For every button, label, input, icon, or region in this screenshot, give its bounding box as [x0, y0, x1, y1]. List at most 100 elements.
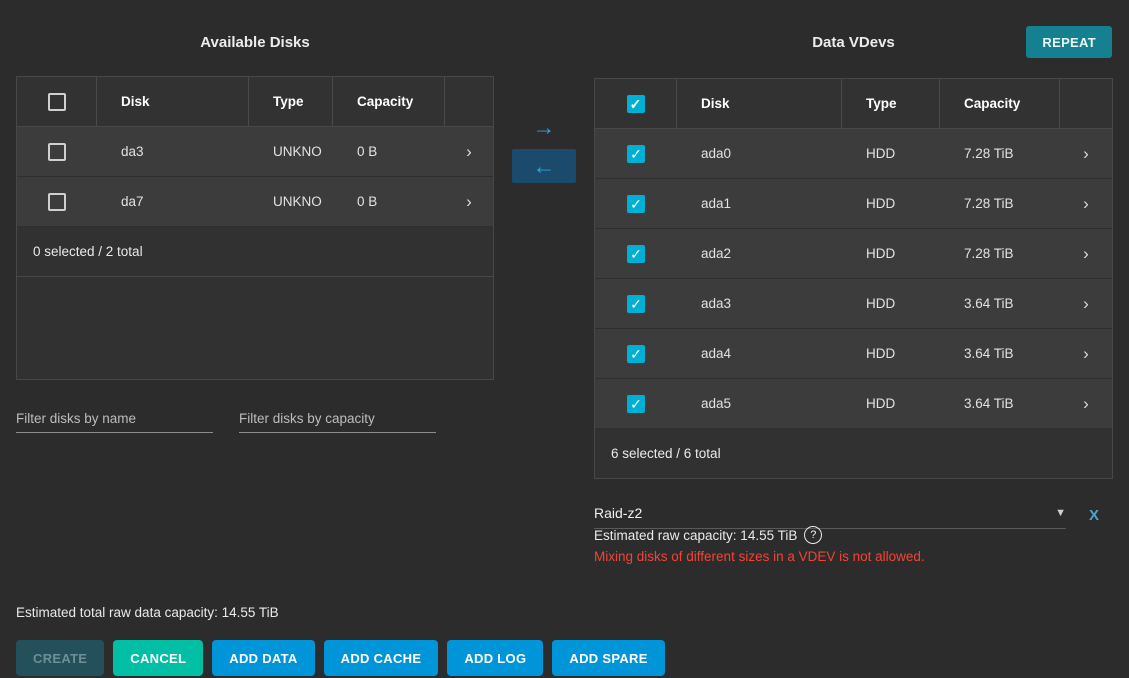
- raid-type-select[interactable]: Raid-z2 ▼: [594, 498, 1066, 529]
- row-checkbox-cell: ✓: [595, 395, 677, 413]
- table-header-row: ✓ DiskTypeCapacity: [595, 79, 1112, 129]
- capacity-cell: 3.64 TiB: [940, 346, 1060, 361]
- row-checkbox-cell: ✓: [595, 295, 677, 313]
- disk-cell: da7: [97, 194, 249, 209]
- row-checkbox[interactable]: [48, 143, 66, 161]
- table-row[interactable]: ✓ ada3HDD3.64 TiB›: [595, 279, 1112, 329]
- disk-cell: ada4: [677, 346, 842, 361]
- capacity-cell: 3.64 TiB: [940, 396, 1060, 411]
- column-header-actions: [1060, 79, 1112, 128]
- create-button[interactable]: CREATE: [16, 640, 104, 676]
- row-checkbox-checked-icon[interactable]: ✓: [627, 295, 645, 313]
- filter-capacity-input[interactable]: [239, 405, 436, 433]
- type-cell: UNKNO: [249, 194, 333, 209]
- filter-name-input[interactable]: [16, 405, 213, 433]
- table-row[interactable]: ✓ ada1HDD7.28 TiB›: [595, 179, 1112, 229]
- column-header-type: Type: [249, 77, 333, 126]
- row-checkbox[interactable]: [48, 193, 66, 211]
- selection-summary: 6 selected / 6 total: [595, 429, 1112, 478]
- table-row[interactable]: ✓ ada5HDD3.64 TiB›: [595, 379, 1112, 429]
- row-expand-chevron-icon[interactable]: ›: [1060, 294, 1112, 314]
- capacity-cell: 7.28 TiB: [940, 246, 1060, 261]
- row-checkbox-checked-icon[interactable]: ✓: [627, 145, 645, 163]
- table-row[interactable]: da7UNKNO0 B›: [17, 177, 493, 227]
- capacity-cell: 0 B: [333, 144, 445, 159]
- type-cell: HDD: [842, 246, 940, 261]
- transfer-controls: → ←: [512, 110, 576, 183]
- cancel-button[interactable]: CANCEL: [113, 640, 203, 676]
- row-expand-chevron-icon[interactable]: ›: [1060, 244, 1112, 264]
- row-checkbox-checked-icon[interactable]: ✓: [627, 245, 645, 263]
- row-checkbox-cell: ✓: [595, 195, 677, 213]
- column-header-capacity: Capacity: [940, 79, 1060, 128]
- column-header-disk: Disk: [677, 79, 842, 128]
- help-icon[interactable]: ?: [804, 526, 822, 544]
- available-disks-panel: Available Disks DiskTypeCapacityda3UNKNO…: [16, 20, 494, 470]
- row-expand-chevron-icon[interactable]: ›: [1060, 144, 1112, 164]
- move-right-arrow-icon[interactable]: →: [512, 110, 576, 144]
- row-checkbox-cell: [17, 143, 97, 161]
- capacity-cell: 3.64 TiB: [940, 296, 1060, 311]
- column-header-actions: [445, 77, 493, 126]
- capacity-cell: 0 B: [333, 194, 445, 209]
- disk-cell: ada1: [677, 196, 842, 211]
- capacity-cell: 7.28 TiB: [940, 196, 1060, 211]
- vdev-size-warning: Mixing disks of different sizes in a VDE…: [594, 549, 925, 564]
- type-cell: HDD: [842, 146, 940, 161]
- available-disks-table: DiskTypeCapacityda3UNKNO0 B›da7UNKNO0 B›…: [16, 76, 494, 380]
- row-checkbox-checked-icon[interactable]: ✓: [627, 395, 645, 413]
- row-expand-chevron-icon[interactable]: ›: [445, 192, 493, 212]
- row-expand-chevron-icon[interactable]: ›: [1060, 394, 1112, 414]
- data-vdevs-table: ✓DiskTypeCapacity✓ada0HDD7.28 TiB›✓ada1H…: [594, 78, 1113, 479]
- table-row[interactable]: ✓ ada0HDD7.28 TiB›: [595, 129, 1112, 179]
- table-header-row: DiskTypeCapacity: [17, 77, 493, 127]
- select-all-checkbox-cell: [17, 77, 97, 126]
- row-checkbox-checked-icon[interactable]: ✓: [627, 345, 645, 363]
- selection-summary: 0 selected / 2 total: [17, 227, 493, 277]
- remove-vdev-button[interactable]: X: [1083, 506, 1105, 525]
- disk-cell: ada0: [677, 146, 842, 161]
- disk-filters: [16, 405, 436, 433]
- row-checkbox-checked-icon[interactable]: ✓: [627, 195, 645, 213]
- available-disks-title: Available Disks: [16, 34, 494, 51]
- column-header-disk: Disk: [97, 77, 249, 126]
- chevron-down-icon: ▼: [1055, 507, 1066, 519]
- total-raw-capacity: Estimated total raw data capacity: 14.55…: [16, 605, 279, 620]
- row-expand-chevron-icon[interactable]: ›: [445, 142, 493, 162]
- raid-type-value: Raid-z2: [594, 505, 642, 521]
- disk-cell: ada3: [677, 296, 842, 311]
- add-spare-button[interactable]: ADD SPARE: [552, 640, 664, 676]
- row-checkbox-cell: ✓: [595, 145, 677, 163]
- table-row[interactable]: ✓ ada4HDD3.64 TiB›: [595, 329, 1112, 379]
- type-cell: HDD: [842, 346, 940, 361]
- row-checkbox-cell: ✓: [595, 245, 677, 263]
- row-expand-chevron-icon[interactable]: ›: [1060, 194, 1112, 214]
- disk-cell: ada5: [677, 396, 842, 411]
- type-cell: UNKNO: [249, 144, 333, 159]
- select-all-checkbox[interactable]: [48, 93, 66, 111]
- footer-buttons: CREATECANCELADD DATA ADD CACHEADD LOGADD …: [16, 640, 665, 676]
- add-cache-button[interactable]: ADD CACHE: [324, 640, 439, 676]
- data-vdevs-panel: Data VDevs REPEAT ✓DiskTypeCapacity✓ada0…: [594, 20, 1113, 580]
- type-cell: HDD: [842, 196, 940, 211]
- capacity-cell: 7.28 TiB: [940, 146, 1060, 161]
- column-header-type: Type: [842, 79, 940, 128]
- type-cell: HDD: [842, 396, 940, 411]
- type-cell: HDD: [842, 296, 940, 311]
- add-data-button[interactable]: ADD DATA: [212, 640, 314, 676]
- table-row[interactable]: ✓ ada2HDD7.28 TiB›: [595, 229, 1112, 279]
- repeat-button[interactable]: REPEAT: [1026, 26, 1112, 58]
- disk-cell: ada2: [677, 246, 842, 261]
- move-left-arrow-icon[interactable]: ←: [512, 149, 576, 183]
- row-checkbox-cell: ✓: [595, 345, 677, 363]
- row-checkbox-cell: [17, 193, 97, 211]
- disk-cell: da3: [97, 144, 249, 159]
- select-all-checkbox-checked-icon[interactable]: ✓: [627, 95, 645, 113]
- table-row[interactable]: da3UNKNO0 B›: [17, 127, 493, 177]
- row-expand-chevron-icon[interactable]: ›: [1060, 344, 1112, 364]
- select-all-checkbox-cell: ✓: [595, 79, 677, 128]
- estimated-raw-capacity: Estimated raw capacity: 14.55 TiB ?: [594, 526, 822, 544]
- column-header-capacity: Capacity: [333, 77, 445, 126]
- add-log-button[interactable]: ADD LOG: [447, 640, 543, 676]
- estimated-raw-capacity-text: Estimated raw capacity: 14.55 TiB: [594, 528, 797, 543]
